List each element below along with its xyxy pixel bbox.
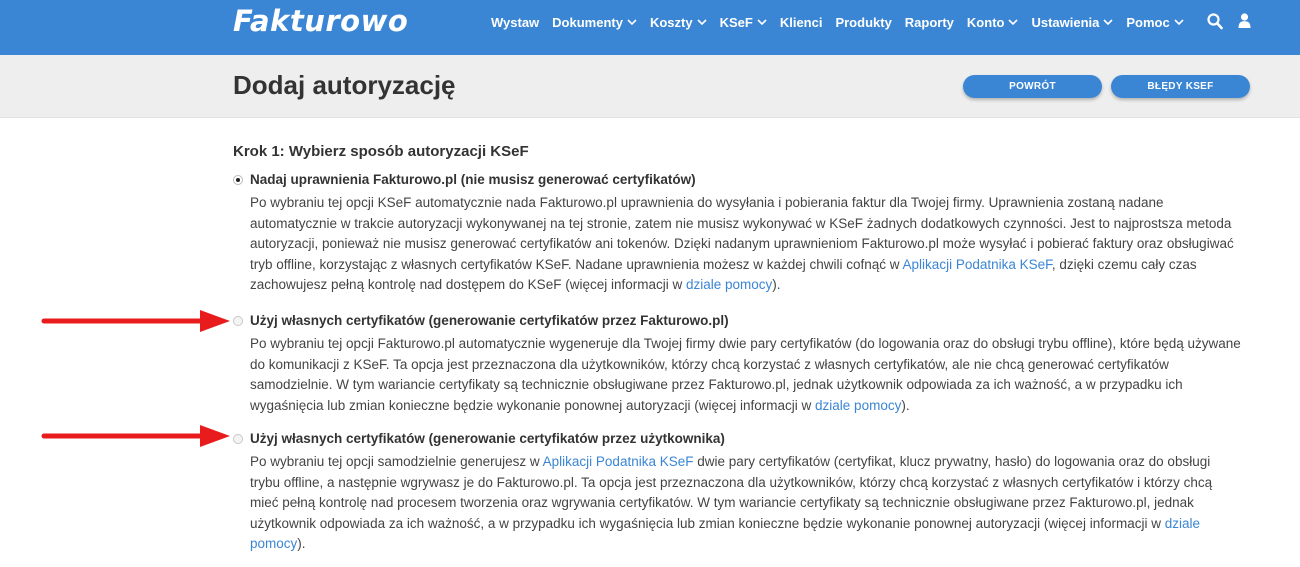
red-arrow-annotation	[41, 310, 230, 332]
option-description: Po wybraniu tej opcji KSeF automatycznie…	[250, 193, 1243, 296]
nav-label: Klienci	[779, 14, 823, 30]
option-label[interactable]: Nadaj uprawnienia Fakturowo.pl (nie musi…	[250, 172, 696, 187]
nav-item-ksef[interactable]: KSeF	[720, 15, 767, 30]
red-arrow-annotation	[41, 425, 230, 447]
nav-label: KSeF	[719, 14, 753, 30]
nav-label: Raporty	[904, 14, 954, 30]
nav-item-dokumenty[interactable]: Dokumenty	[552, 15, 637, 30]
description-text: ).	[772, 277, 781, 292]
link-dzial-pomocy[interactable]: dziale pomocy	[686, 277, 772, 292]
radio-own-certs-fakturowo[interactable]	[233, 316, 243, 326]
brand-logo[interactable]: Fakturowo	[233, 4, 408, 38]
nav-item-klienci[interactable]: Klienci	[780, 15, 823, 30]
link-aplikacja-podatnika[interactable]: Aplikacji Podatnika KSeF	[543, 454, 694, 469]
nav-label: Ustawienia	[1031, 14, 1100, 30]
nav-label: Dokumenty	[552, 14, 623, 30]
option-label[interactable]: Użyj własnych certyfikatów (generowanie …	[250, 313, 729, 328]
nav-item-koszty[interactable]: Koszty	[650, 15, 707, 30]
description-text: Po wybraniu tej opcji samodzielnie gener…	[250, 454, 543, 469]
page-header: Dodaj autoryzację POWRÓT BŁĘDY KSEF	[0, 55, 1300, 118]
radio-grant-permissions[interactable]	[233, 175, 243, 185]
chevron-down-icon	[1103, 18, 1113, 25]
option-description: Po wybraniu tej opcji samodzielnie gener…	[250, 452, 1243, 555]
user-icon[interactable]	[1238, 13, 1251, 28]
nav-label: Wystaw	[491, 14, 540, 30]
link-dzial-pomocy[interactable]: dziale pomocy	[815, 398, 901, 413]
nav-label: Produkty	[835, 14, 892, 30]
link-aplikacja-podatnika[interactable]: Aplikacji Podatnika KSeF	[903, 257, 1052, 272]
description-text: Po wybraniu tej opcji Fakturowo.pl autom…	[250, 336, 1241, 413]
back-button[interactable]: POWRÓT	[963, 75, 1102, 98]
nav-label: Pomoc	[1126, 14, 1170, 30]
nav-item-pomoc[interactable]: Pomoc	[1126, 14, 1184, 30]
search-icon[interactable]	[1207, 13, 1223, 30]
nav-item-produkty[interactable]: Produkty	[835, 15, 891, 30]
chevron-down-icon	[697, 18, 707, 25]
nav-item-ustawienia[interactable]: Ustawienia	[1031, 15, 1113, 30]
step-title: Krok 1: Wybierz sposób autoryzacji KSeF	[233, 143, 529, 160]
option-description: Po wybraniu tej opcji Fakturowo.pl autom…	[250, 334, 1243, 416]
nav-item-konto[interactable]: Konto	[967, 15, 1019, 30]
description-text: ).	[901, 397, 910, 413]
nav-item-raporty[interactable]: Raporty	[905, 15, 954, 30]
chevron-down-icon	[1008, 18, 1019, 25]
option-label[interactable]: Użyj własnych certyfikatów (generowanie …	[250, 431, 725, 446]
nav-label: Konto	[966, 14, 1005, 30]
nav-label: Koszty	[649, 14, 693, 30]
radio-own-certs-user[interactable]	[233, 434, 243, 444]
page-title: Dodaj autoryzację	[233, 70, 456, 100]
top-navbar: Fakturowo Wystaw Dokumenty Koszty KSeF K…	[0, 0, 1300, 55]
description-text: ).	[297, 536, 306, 551]
ksef-errors-button[interactable]: BŁĘDY KSEF	[1111, 75, 1250, 98]
main-nav: Wystaw Dokumenty Koszty KSeF Klienci Pro…	[491, 0, 1197, 44]
chevron-down-icon	[757, 18, 767, 25]
nav-item-wystaw[interactable]: Wystaw	[491, 15, 539, 30]
chevron-down-icon	[627, 18, 637, 25]
chevron-down-icon	[1174, 18, 1184, 25]
